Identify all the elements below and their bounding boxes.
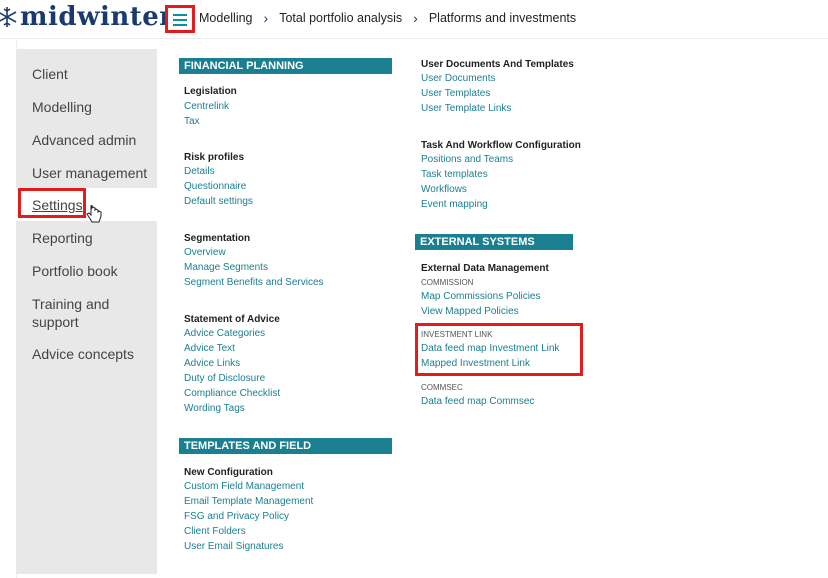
menu-item-user-management[interactable]: User management [32,164,147,182]
menu-item-training-support[interactable]: Training and support [32,295,142,331]
chevron-right-icon: › [263,10,269,26]
caption-commission: COMMISSION [421,278,474,287]
link-advice-links[interactable]: Advice Links [184,358,240,369]
menu-item-advice-concepts[interactable]: Advice concepts [32,345,134,363]
section-external-systems: EXTERNAL SYSTEMS [415,234,573,250]
caption-commsec: COMMSEC [421,383,463,392]
link-wording-tags[interactable]: Wording Tags [184,403,245,414]
link-duty-of-disclosure[interactable]: Duty of Disclosure [184,373,265,384]
underlying-page-strip [0,40,17,578]
group-title-external-data: External Data Management [421,263,549,274]
group-title-risk-profiles: Risk profiles [184,152,245,163]
hamburger-menu-button[interactable] [165,5,195,33]
link-task-templates[interactable]: Task templates [421,169,488,180]
link-email-template-management[interactable]: Email Template Management [184,496,313,507]
settings-highlight-box [18,188,86,218]
link-questionnaire[interactable]: Questionnaire [184,181,246,192]
group-title-user-documents: User Documents And Templates [421,59,574,70]
logo[interactable]: midwinter [0,2,173,32]
menu-item-reporting[interactable]: Reporting [32,229,93,247]
hamburger-icon [173,13,187,26]
group-title-segmentation: Segmentation [184,233,251,244]
section-templates: TEMPLATES AND FIELD MANAGEMENT [179,438,392,468]
caption-investment-link: INVESTMENT LINK [421,330,493,339]
link-advice-text[interactable]: Advice Text [184,343,235,354]
breadcrumb-item[interactable]: Modelling [199,11,253,25]
hand-cursor-icon [86,205,102,223]
group-title-task-workflow: Task And Workflow Configuration [421,140,581,151]
link-segment-benefits[interactable]: Segment Benefits and Services [184,277,324,288]
link-tax[interactable]: Tax [184,116,200,127]
link-data-feed-commsec[interactable]: Data feed map Commsec [421,396,534,407]
group-title-legislation: Legislation [184,86,237,97]
link-default-settings[interactable]: Default settings [184,196,253,207]
menu-item-advanced-admin[interactable]: Advanced admin [32,131,136,149]
link-fsg-privacy-policy[interactable]: FSG and Privacy Policy [184,511,289,522]
chevron-right-icon: › [413,10,418,26]
link-positions-teams[interactable]: Positions and Teams [421,154,513,165]
link-manage-segments[interactable]: Manage Segments [184,262,268,273]
menu-item-modelling[interactable]: Modelling [32,98,92,116]
main-menu-panel: Client Modelling Advanced admin User man… [16,49,157,574]
link-centrelink[interactable]: Centrelink [184,101,229,112]
link-workflows[interactable]: Workflows [421,184,467,195]
link-user-templates[interactable]: User Templates [421,88,490,99]
section-financial-planning: FINANCIAL PLANNING CONFIGURATIONS [179,58,392,88]
link-details[interactable]: Details [184,166,215,177]
link-client-folders[interactable]: Client Folders [184,526,246,537]
link-mapped-investment-link[interactable]: Mapped Investment Link [421,358,530,369]
link-event-mapping[interactable]: Event mapping [421,199,488,210]
breadcrumb-item[interactable]: Platforms and investments [429,11,576,25]
link-advice-categories[interactable]: Advice Categories [184,328,265,339]
brand-name: midwinter [20,2,174,32]
breadcrumb-item[interactable]: Total portfolio analysis [279,11,402,25]
link-user-documents[interactable]: User Documents [421,73,495,84]
menu-item-portfolio-book[interactable]: Portfolio book [32,262,118,280]
link-overview[interactable]: Overview [184,247,226,258]
breadcrumb: Modelling › Total portfolio analysis › P… [199,10,576,26]
link-user-template-links[interactable]: User Template Links [421,103,511,114]
group-title-new-configuration: New Configuration [184,467,273,478]
group-title-statement-of-advice: Statement of Advice [184,314,280,325]
link-map-commissions-policies[interactable]: Map Commissions Policies [421,291,540,302]
link-user-email-signatures[interactable]: User Email Signatures [184,541,283,552]
link-custom-field-management[interactable]: Custom Field Management [184,481,304,492]
menu-item-client[interactable]: Client [32,65,68,83]
link-data-feed-investment-link[interactable]: Data feed map Investment Link [421,343,559,354]
top-bar: midwinter Modelling › Total portfolio an… [0,0,828,39]
link-compliance-checklist[interactable]: Compliance Checklist [184,388,280,399]
link-view-mapped-policies[interactable]: View Mapped Policies [421,306,519,317]
snowflake-icon [0,7,17,27]
